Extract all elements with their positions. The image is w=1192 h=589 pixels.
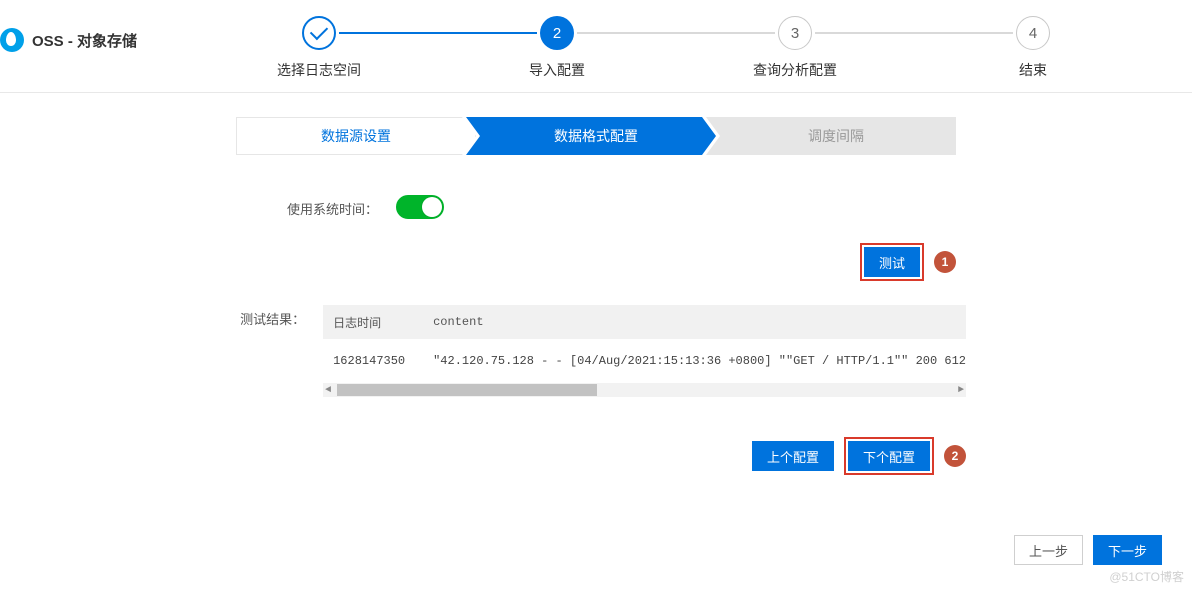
wizard-step-label: 导入配置 [529, 60, 585, 80]
subtab-format[interactable]: 数据格式配置 [476, 117, 716, 155]
column-header-time: 日志时间 [323, 314, 423, 331]
wizard-step-3: 3 查询分析配置 [676, 16, 914, 80]
wizard-step-label: 选择日志空间 [277, 60, 361, 80]
wizard-step-4: 4 结束 [914, 16, 1152, 80]
annotation-highlight-2: 下个配置 [844, 437, 934, 475]
wizard-step-1: 选择日志空间 [200, 16, 438, 80]
prev-config-button[interactable]: 上个配置 [752, 441, 834, 471]
callout-badge-1: 1 [934, 251, 956, 273]
watermark: @51CTO博客 [1109, 568, 1184, 585]
brand-logo-icon [0, 28, 24, 52]
prev-step-button[interactable]: 上一步 [1014, 535, 1083, 565]
wizard-step-label: 结束 [1019, 60, 1047, 80]
system-time-toggle[interactable] [396, 195, 444, 219]
scroll-right-icon[interactable]: ► [958, 385, 964, 396]
cell-time: 1628147350 [323, 354, 423, 368]
next-config-button[interactable]: 下个配置 [848, 441, 930, 471]
horizontal-scrollbar[interactable]: ◄ ► [323, 383, 966, 397]
subtab-datasource[interactable]: 数据源设置 [236, 117, 476, 155]
callout-badge-2: 2 [944, 445, 966, 467]
sub-step-tabs: 数据源设置 数据格式配置 调度间隔 [236, 117, 956, 155]
subtab-schedule: 调度间隔 [716, 117, 956, 155]
page-title: OSS - 对象存储 [32, 30, 137, 51]
test-result-table: 日志时间 content 1628147350 "42.120.75.128 -… [323, 305, 966, 397]
annotation-highlight-1: 测试 [860, 243, 924, 281]
column-header-content: content [423, 315, 966, 329]
test-button[interactable]: 测试 [864, 247, 920, 277]
test-result-label: 测试结果： [226, 305, 323, 328]
wizard-step-2: 2 导入配置 [438, 16, 676, 80]
scroll-left-icon[interactable]: ◄ [325, 385, 331, 396]
scrollbar-thumb[interactable] [337, 384, 597, 396]
system-time-label: 使用系统时间： [226, 195, 396, 218]
table-row: 1628147350 "42.120.75.128 - - [04/Aug/20… [323, 339, 966, 383]
wizard-steps: 选择日志空间 2 导入配置 3 查询分析配置 4 结束 [200, 10, 1192, 80]
cell-content: "42.120.75.128 - - [04/Aug/2021:15:13:36… [423, 354, 966, 368]
wizard-step-label: 查询分析配置 [753, 60, 837, 80]
check-icon [314, 27, 324, 39]
next-step-button[interactable]: 下一步 [1093, 535, 1162, 565]
